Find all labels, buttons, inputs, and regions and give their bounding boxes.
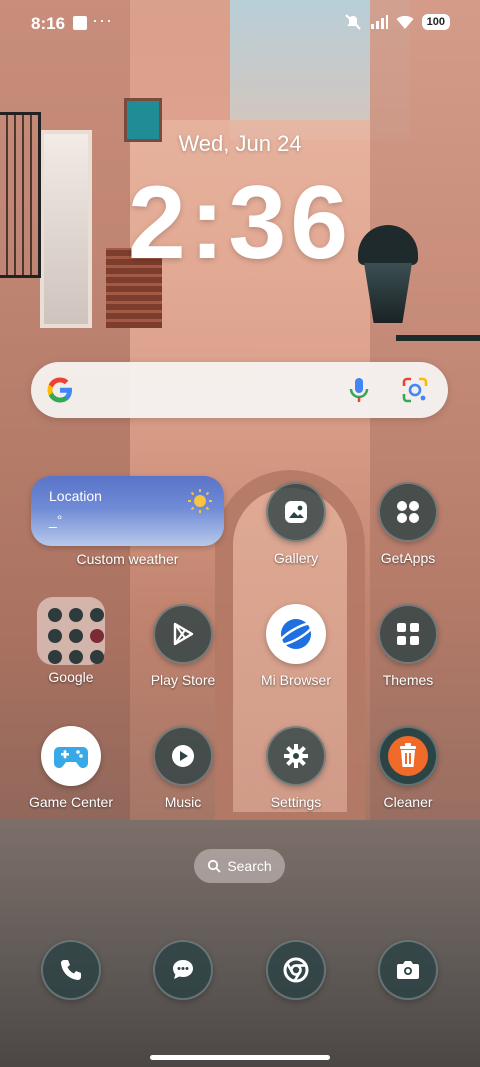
gesture-navigation-bar[interactable] — [150, 1055, 330, 1060]
app-gallery[interactable]: Gallery — [248, 482, 344, 566]
gallery-icon — [266, 482, 326, 542]
wifi-icon — [396, 14, 414, 30]
themes-icon — [378, 604, 438, 664]
status-icons: 100 — [344, 14, 450, 30]
app-play-store[interactable]: Play Store — [135, 604, 231, 688]
microphone-icon[interactable] — [347, 376, 371, 404]
app-themes[interactable]: Themes — [360, 604, 456, 688]
search-icon — [208, 859, 221, 873]
cleaner-icon — [378, 726, 438, 786]
status-bar: 8:16 ··· 100 — [0, 0, 480, 48]
signal-icon — [370, 14, 388, 30]
app-cleaner[interactable]: Cleaner — [360, 726, 456, 810]
mi-browser-icon — [266, 604, 326, 664]
more-notifications-icon: ··· — [92, 10, 113, 30]
notification-square-icon — [73, 16, 87, 30]
dock-chrome[interactable] — [248, 940, 344, 1000]
app-label: Themes — [382, 672, 434, 688]
play-store-icon — [153, 604, 213, 664]
app-label: Play Store — [150, 672, 216, 688]
mute-icon — [344, 14, 362, 30]
battery-icon: 100 — [421, 14, 450, 30]
app-label: Game Center — [28, 794, 114, 810]
messages-icon — [153, 940, 213, 1000]
app-label: Settings — [270, 794, 322, 810]
lockscreen-date: Wed, Jun 24 — [178, 131, 302, 156]
app-label: Google — [48, 669, 94, 685]
home-search-label: Search — [227, 858, 272, 874]
app-getapps[interactable]: GetApps — [360, 482, 456, 566]
chrome-icon — [266, 940, 326, 1000]
folder-google[interactable]: Google — [23, 597, 119, 685]
getapps-icon — [378, 482, 438, 542]
google-lens-icon[interactable] — [401, 376, 429, 404]
app-label: Gallery — [273, 550, 319, 566]
app-label: Cleaner — [383, 794, 433, 810]
google-logo-icon — [47, 377, 72, 403]
dock-camera[interactable] — [360, 940, 456, 1000]
app-game-center[interactable]: Game Center — [23, 726, 119, 810]
app-label: Mi Browser — [260, 672, 331, 688]
weather-widget-label: Custom weather — [76, 551, 179, 567]
google-folder-icon — [37, 597, 105, 665]
music-icon — [153, 726, 213, 786]
home-search-button[interactable]: Search — [194, 849, 285, 883]
app-label: Music — [164, 794, 202, 810]
status-time: 8:16 — [31, 14, 66, 33]
weather-temperature: _° — [49, 512, 63, 528]
clock-widget[interactable]: 2:36 — [0, 165, 480, 281]
phone-icon — [41, 940, 101, 1000]
settings-gear-icon — [266, 726, 326, 786]
game-center-icon — [41, 726, 101, 786]
weather-location: Location — [49, 488, 102, 504]
app-music[interactable]: Music — [135, 726, 231, 810]
dock-phone[interactable] — [23, 940, 119, 1000]
camera-icon — [378, 940, 438, 1000]
app-mi-browser[interactable]: Mi Browser — [248, 604, 344, 688]
app-label: GetApps — [380, 550, 436, 566]
google-search-bar[interactable] — [31, 362, 448, 418]
weather-widget[interactable]: Location _° — [31, 476, 224, 546]
dock-messages[interactable] — [135, 940, 231, 1000]
sun-icon — [188, 489, 212, 513]
app-settings[interactable]: Settings — [248, 726, 344, 810]
